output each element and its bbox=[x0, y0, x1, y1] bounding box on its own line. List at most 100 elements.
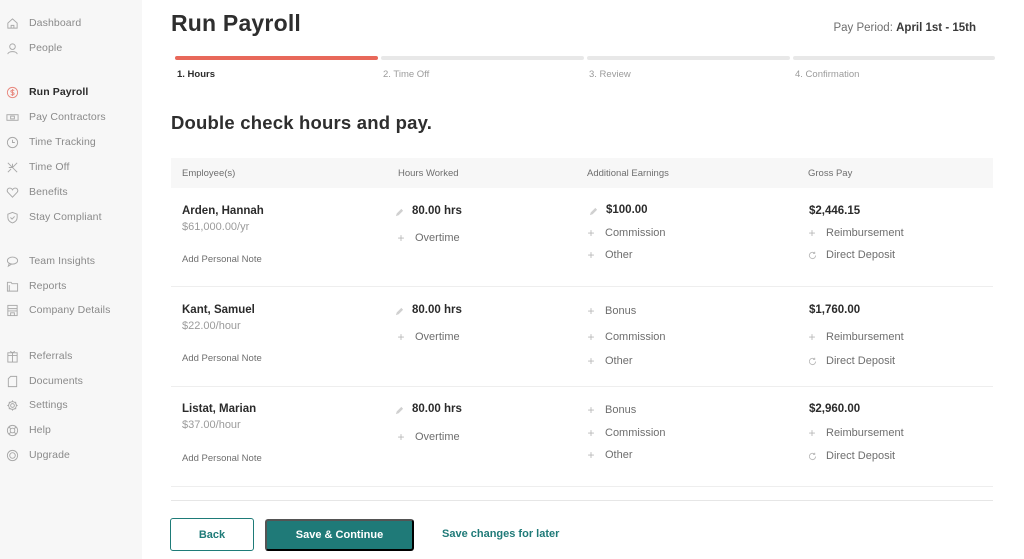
add-commission-button[interactable]: + Commission bbox=[586, 226, 665, 240]
additional-earnings-value[interactable]: $100.00 bbox=[589, 204, 648, 216]
sidebar-item-label: People bbox=[29, 42, 63, 54]
sidebar-item-settings[interactable]: Settings bbox=[0, 395, 142, 415]
back-button[interactable]: Back bbox=[170, 518, 254, 551]
add-commission-button[interactable]: + Commission bbox=[586, 330, 665, 344]
direct-deposit-button[interactable]: Direct Deposit bbox=[807, 354, 895, 368]
plus-icon: + bbox=[397, 430, 405, 444]
plus-icon: + bbox=[397, 231, 405, 245]
step-label: 4. Confirmation bbox=[795, 69, 860, 80]
store-icon bbox=[6, 304, 19, 317]
table-row: Listat, Marian $37.00/hour Add Personal … bbox=[171, 388, 993, 487]
sidebar-item-referrals[interactable]: Referrals bbox=[0, 346, 142, 366]
airplane-icon bbox=[6, 161, 19, 174]
sidebar-item-time-off[interactable]: Time Off bbox=[0, 157, 142, 177]
step-hours[interactable]: 1. Hours bbox=[175, 56, 378, 86]
sidebar-item-label: Stay Compliant bbox=[29, 211, 102, 223]
step-progress-bar bbox=[175, 56, 378, 60]
option-label: Bonus bbox=[605, 305, 637, 317]
option-label: Overtime bbox=[415, 431, 460, 443]
section-title: Double check hours and pay. bbox=[171, 112, 433, 133]
step-time-off[interactable]: 2. Time Off bbox=[381, 56, 584, 86]
add-bonus-button[interactable]: + Bonus bbox=[586, 403, 636, 417]
plus-icon: + bbox=[587, 354, 595, 368]
sidebar-item-team-insights[interactable]: Team Insights bbox=[0, 251, 142, 271]
shield-check-icon bbox=[6, 211, 19, 224]
sidebar-item-time-tracking[interactable]: Time Tracking bbox=[0, 132, 142, 152]
add-overtime-button[interactable]: + Overtime bbox=[396, 231, 460, 245]
add-reimbursement-button[interactable]: + Reimbursement bbox=[807, 226, 904, 240]
home-icon bbox=[6, 17, 19, 30]
save-for-later-link[interactable]: Save changes for later bbox=[442, 528, 559, 540]
option-label: Overtime bbox=[415, 232, 460, 244]
sidebar-item-label: Benefits bbox=[29, 186, 68, 198]
step-review[interactable]: 3. Review bbox=[587, 56, 790, 86]
pencil-icon bbox=[588, 204, 598, 218]
pencil-icon bbox=[394, 304, 404, 318]
gift-icon bbox=[6, 350, 19, 363]
footer-divider bbox=[171, 500, 993, 501]
pencil-icon bbox=[394, 403, 404, 417]
sidebar: Dashboard People Run Payroll Pay Contrac… bbox=[0, 0, 142, 559]
sidebar-item-upgrade[interactable]: Upgrade bbox=[0, 445, 142, 465]
hours-value[interactable]: 80.00 hrs bbox=[395, 403, 462, 415]
sidebar-item-people[interactable]: People bbox=[0, 38, 142, 58]
page-title: Run Payroll bbox=[171, 10, 302, 36]
direct-deposit-button[interactable]: Direct Deposit bbox=[807, 248, 895, 262]
sidebar-item-pay-contractors[interactable]: Pay Contractors bbox=[0, 107, 142, 127]
sidebar-item-stay-compliant[interactable]: Stay Compliant bbox=[0, 207, 142, 227]
pay-period: Pay Period: April 1st - 15th bbox=[833, 22, 976, 34]
sidebar-item-label: Pay Contractors bbox=[29, 111, 106, 123]
plus-icon: + bbox=[587, 248, 595, 262]
direct-deposit-button[interactable]: Direct Deposit bbox=[807, 449, 895, 463]
sidebar-item-help[interactable]: Help bbox=[0, 420, 142, 440]
step-label: 2. Time Off bbox=[383, 69, 430, 80]
add-reimbursement-button[interactable]: + Reimbursement bbox=[807, 330, 904, 344]
sidebar-item-label: Run Payroll bbox=[29, 86, 89, 98]
add-personal-note-link[interactable]: Add Personal Note bbox=[182, 254, 262, 265]
add-personal-note-link[interactable]: Add Personal Note bbox=[182, 453, 262, 464]
sidebar-item-documents[interactable]: Documents bbox=[0, 371, 142, 391]
table-row: Arden, Hannah $61,000.00/yr Add Personal… bbox=[171, 188, 993, 287]
save-continue-button[interactable]: Save & Continue bbox=[265, 519, 414, 551]
sidebar-item-dashboard[interactable]: Dashboard bbox=[0, 13, 142, 33]
column-header-additional-earnings: Additional Earnings bbox=[587, 168, 669, 179]
sidebar-item-reports[interactable]: Reports bbox=[0, 276, 142, 296]
hours-value[interactable]: 80.00 hrs bbox=[395, 304, 462, 316]
add-overtime-button[interactable]: + Overtime bbox=[396, 430, 460, 444]
add-bonus-button[interactable]: + Bonus bbox=[586, 304, 636, 318]
hours-text: 80.00 hrs bbox=[412, 205, 462, 217]
plus-icon: + bbox=[587, 403, 595, 417]
employee-name: Listat, Marian bbox=[182, 403, 257, 415]
option-label: Other bbox=[605, 449, 633, 461]
plus-icon: + bbox=[587, 330, 595, 344]
add-other-button[interactable]: + Other bbox=[586, 354, 633, 368]
sidebar-item-label: Team Insights bbox=[29, 255, 96, 267]
add-overtime-button[interactable]: + Overtime bbox=[396, 330, 460, 344]
column-header-employees: Employee(s) bbox=[182, 168, 236, 179]
step-confirmation[interactable]: 4. Confirmation bbox=[793, 56, 995, 86]
option-label: Other bbox=[605, 355, 633, 367]
option-label: Bonus bbox=[605, 404, 637, 416]
sidebar-item-label: Reports bbox=[29, 280, 67, 292]
hours-value[interactable]: 80.00 hrs bbox=[395, 205, 462, 217]
step-progress-bar bbox=[793, 56, 995, 60]
option-label: Reimbursement bbox=[826, 427, 904, 439]
add-other-button[interactable]: + Other bbox=[586, 448, 633, 462]
add-commission-button[interactable]: + Commission bbox=[586, 426, 665, 440]
sidebar-item-company-details[interactable]: Company Details bbox=[0, 300, 142, 320]
plus-icon: + bbox=[808, 330, 816, 344]
add-other-button[interactable]: + Other bbox=[586, 248, 632, 262]
option-label: Reimbursement bbox=[826, 331, 904, 343]
sidebar-item-label: Settings bbox=[29, 399, 68, 411]
sidebar-item-label: Upgrade bbox=[29, 449, 70, 461]
sidebar-item-run-payroll[interactable]: Run Payroll bbox=[0, 82, 142, 102]
employee-rate: $22.00/hour bbox=[182, 320, 241, 332]
plus-icon: + bbox=[587, 426, 595, 440]
sidebar-item-benefits[interactable]: Benefits bbox=[0, 182, 142, 202]
add-reimbursement-button[interactable]: + Reimbursement bbox=[807, 426, 904, 440]
sidebar-item-label: Dashboard bbox=[29, 17, 82, 29]
option-label: Overtime bbox=[415, 331, 460, 343]
add-personal-note-link[interactable]: Add Personal Note bbox=[182, 353, 262, 364]
option-label: Reimbursement bbox=[826, 227, 904, 239]
main-content: Run Payroll Pay Period: April 1st - 15th… bbox=[142, 0, 1024, 559]
